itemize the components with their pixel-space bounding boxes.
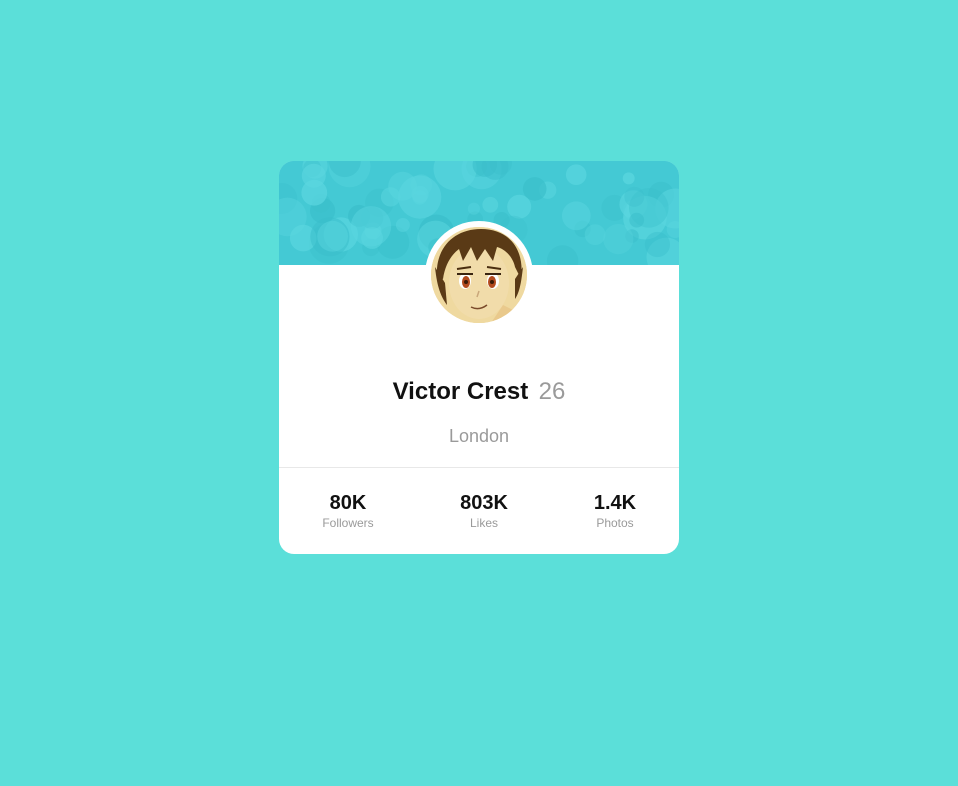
avatar[interactable] xyxy=(431,227,527,323)
bubble xyxy=(644,231,670,258)
profile-city: London xyxy=(448,426,510,446)
bubble xyxy=(565,164,587,185)
bubble xyxy=(388,171,417,201)
profile-card: Victor Crest 26 London 80K Followers 803… xyxy=(279,161,679,554)
stat-value: 1.4K xyxy=(593,492,637,514)
bubble xyxy=(482,196,499,213)
stat-value: 803K xyxy=(460,492,508,514)
bubble xyxy=(561,201,591,231)
bubble xyxy=(622,172,635,185)
profile-age: 26 xyxy=(538,378,566,405)
bubble xyxy=(603,224,634,255)
stat-label: Likes xyxy=(469,516,498,530)
stat-value: 80K xyxy=(329,492,367,514)
bubble xyxy=(350,206,392,247)
bubble xyxy=(395,218,410,232)
bubble xyxy=(467,202,480,215)
name-row: Victor Crest 26 xyxy=(279,377,679,410)
profile-name: Victor Crest xyxy=(392,378,529,405)
stats-divider xyxy=(279,467,679,468)
stat-likes[interactable]: 803K Likes xyxy=(424,491,544,531)
stat-followers[interactable]: 80K Followers xyxy=(288,491,408,531)
bubble xyxy=(624,186,645,207)
bubble xyxy=(301,179,328,206)
bubble xyxy=(584,224,606,245)
stat-label: Photos xyxy=(596,516,634,530)
bubble xyxy=(507,194,532,219)
stat-label: Followers xyxy=(322,516,374,530)
anime-boy-avatar-icon xyxy=(431,227,527,323)
avatar-frame xyxy=(425,221,533,329)
stat-photos[interactable]: 1.4K Photos xyxy=(555,491,675,531)
bubble xyxy=(317,220,348,252)
